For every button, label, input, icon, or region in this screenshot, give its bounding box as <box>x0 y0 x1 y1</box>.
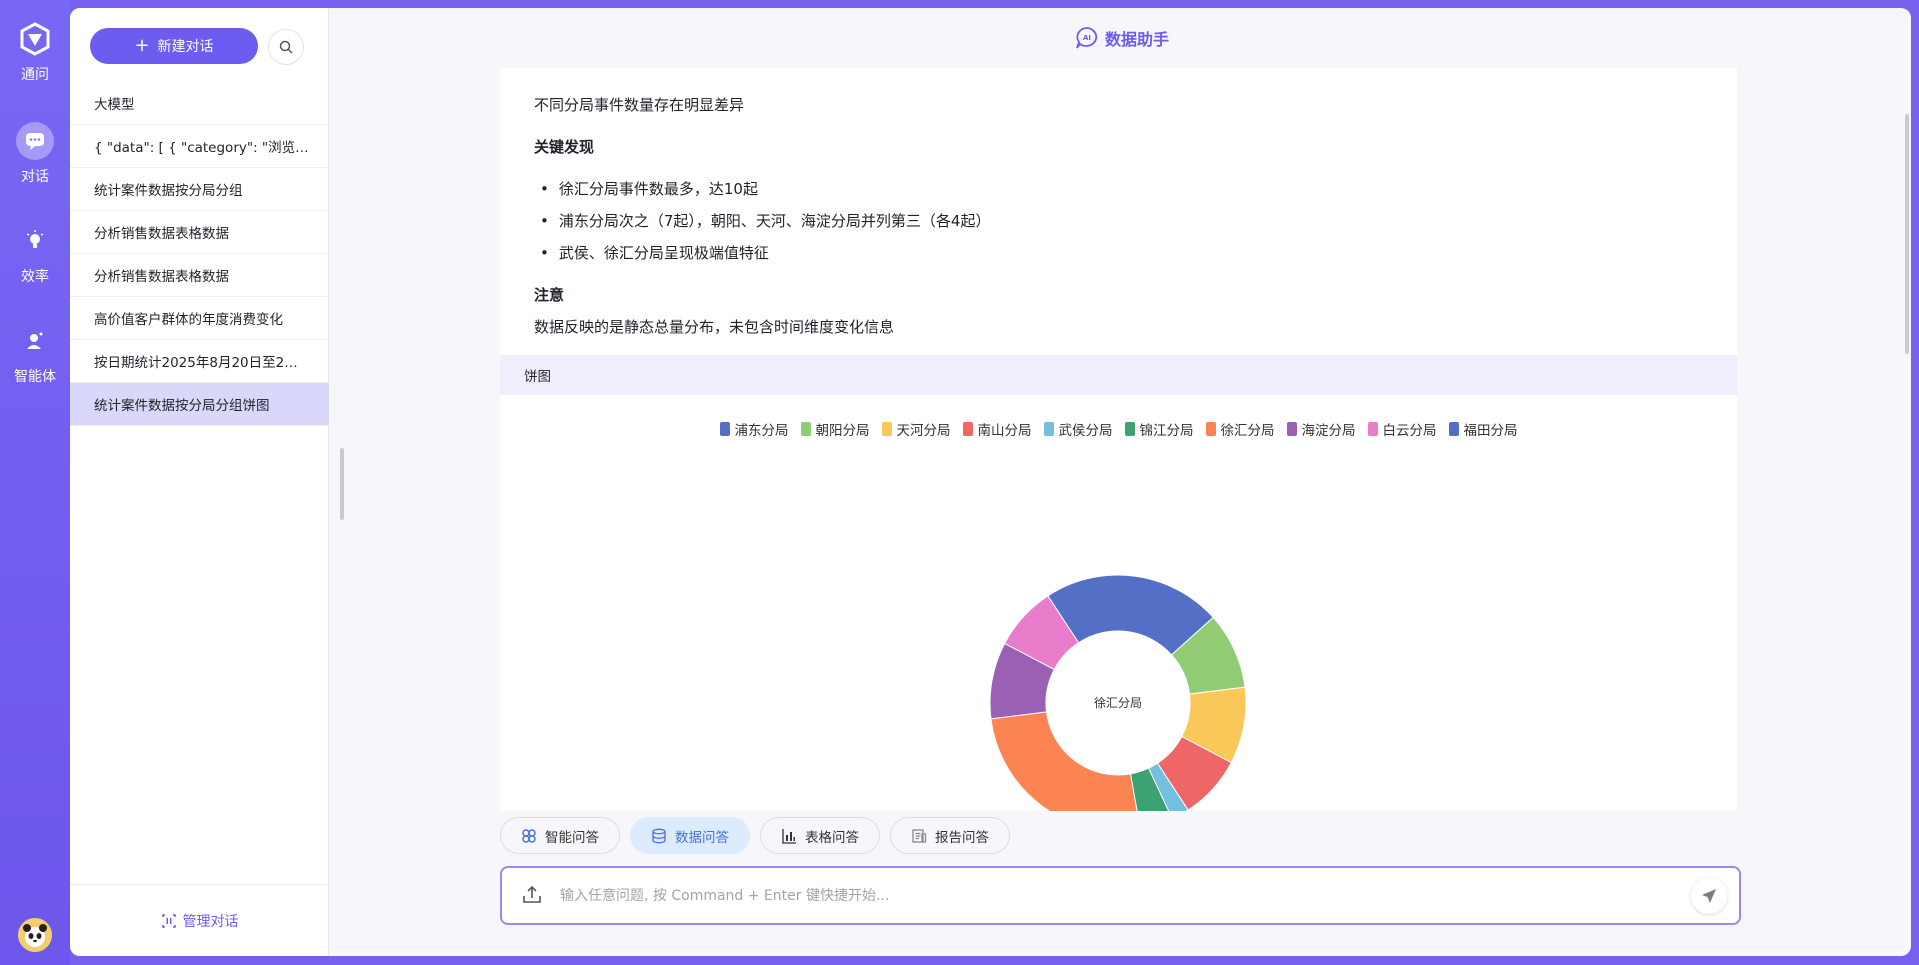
list-item[interactable]: 分析销售数据表格数据 <box>70 211 329 254</box>
chart-legend: 浦东分局 朝阳分局 天河分局 南山分局 武侯分局 锦江分局 徐汇分局 海淀分局 白云分局 福田分局 <box>500 419 1737 439</box>
rail-item-efficiency-label: 效率 <box>21 269 49 285</box>
donut-center-label: 徐汇分局 <box>1094 695 1142 710</box>
report-icon <box>912 828 927 843</box>
chat-icon <box>16 122 54 160</box>
legend-label: 南山分局 <box>977 423 1032 439</box>
legend-item[interactable]: 白云分局 <box>1367 419 1437 439</box>
chat-input-box <box>500 866 1741 925</box>
rail-item-agent[interactable]: 智能体 <box>0 322 70 386</box>
rail-item-chat-label: 对话 <box>21 169 49 185</box>
legend-label: 徐汇分局 <box>1220 423 1275 439</box>
list-item[interactable]: { "data": [ { "category": "浏览… <box>70 125 329 168</box>
legend-item[interactable]: 浦东分局 <box>719 419 789 439</box>
list-item[interactable]: 高价值客户群体的年度消费变化 <box>70 297 329 340</box>
plus-icon: + <box>134 35 150 56</box>
rail-logo[interactable]: 通问 <box>0 20 70 84</box>
main-frame: + 新建对话 大模型 { "data": [ { "category": "浏览… <box>70 8 1911 956</box>
legend-item[interactable]: 徐汇分局 <box>1205 419 1275 439</box>
search-icon <box>279 40 293 54</box>
conversation-list: 大模型 { "data": [ { "category": "浏览… 统计案件数… <box>70 82 329 426</box>
pie-slice[interactable] <box>990 711 1140 811</box>
list-item-active[interactable]: 统计案件数据按分局分组饼图 <box>70 383 329 426</box>
rail-item-chat[interactable]: 对话 <box>0 122 70 186</box>
rail-logo-label: 通问 <box>21 67 49 83</box>
lightbulb-icon <box>16 222 54 260</box>
legend-label: 锦江分局 <box>1139 423 1194 439</box>
finding-item: 徐汇分局事件数最多，达10起 <box>540 178 758 199</box>
database-icon <box>652 828 666 843</box>
legend-swatch <box>1286 422 1297 436</box>
assistant-message-card: 不同分局事件数量存在明显差异 关键发现 徐汇分局事件数最多，达10起 浦东分局次… <box>500 68 1737 811</box>
rail-item-agent-label: 智能体 <box>14 369 56 385</box>
legend-swatch <box>962 422 973 436</box>
tab-table-qa[interactable]: 表格问答 <box>760 817 880 854</box>
new-chat-label: 新建对话 <box>157 39 214 55</box>
avatar[interactable] <box>18 918 52 952</box>
svg-text:AI: AI <box>1083 34 1091 42</box>
ai-chat-icon: AI <box>1076 27 1098 49</box>
legend-item[interactable]: 武侯分局 <box>1043 419 1113 439</box>
conversation-sidebar: + 新建对话 大模型 { "data": [ { "category": "浏览… <box>70 8 329 956</box>
list-item[interactable]: 分析销售数据表格数据 <box>70 254 329 297</box>
legend-item[interactable]: 海淀分局 <box>1286 419 1356 439</box>
legend-item[interactable]: 锦江分局 <box>1124 419 1194 439</box>
findings-heading: 关键发现 <box>534 138 595 156</box>
tab-report-qa[interactable]: 报告问答 <box>890 817 1010 854</box>
logo-icon <box>16 20 54 58</box>
summary-text: 不同分局事件数量存在明显差异 <box>534 96 745 114</box>
send-icon <box>1702 889 1716 903</box>
list-item[interactable]: 按日期统计2025年8月20日至2… <box>70 340 329 383</box>
legend-swatch <box>719 422 730 436</box>
note-text: 数据反映的是静态总量分布，未包含时间维度变化信息 <box>534 318 895 336</box>
legend-label: 浦东分局 <box>734 423 789 439</box>
legend-item[interactable]: 福田分局 <box>1448 419 1518 439</box>
finding-item: 武侯、徐汇分局呈现极端值特征 <box>540 242 769 263</box>
list-item[interactable]: 统计案件数据按分局分组 <box>70 168 329 211</box>
manage-icon <box>161 913 176 928</box>
page-title-text: 数据助手 <box>1105 30 1170 49</box>
search-button[interactable] <box>268 29 304 65</box>
legend-label: 武侯分局 <box>1058 423 1113 439</box>
sidebar-resize-handle[interactable] <box>340 448 344 520</box>
legend-label: 福田分局 <box>1463 423 1518 439</box>
answer-mode-tabs: 智能问答 数据问答 表格问答 报告问答 <box>500 817 1010 854</box>
rail-item-efficiency[interactable]: 效率 <box>0 222 70 286</box>
legend-label: 天河分局 <box>896 423 951 439</box>
legend-item[interactable]: 天河分局 <box>881 419 951 439</box>
legend-swatch <box>1124 422 1135 436</box>
legend-label: 朝阳分局 <box>815 423 870 439</box>
legend-swatch <box>881 422 892 436</box>
upload-icon[interactable] <box>522 884 542 908</box>
smart-qa-icon <box>522 828 536 843</box>
donut-chart: 徐汇分局 <box>989 574 1247 811</box>
legend-label: 海淀分局 <box>1301 423 1356 439</box>
manage-label: 管理对话 <box>182 913 239 930</box>
legend-item[interactable]: 朝阳分局 <box>800 419 870 439</box>
send-button[interactable] <box>1691 878 1727 914</box>
tab-data-qa[interactable]: 数据问答 <box>630 817 750 854</box>
manage-conversations-button[interactable]: 管理对话 <box>70 884 329 956</box>
app-rail: 通问 对话 效率 智能体 <box>0 0 70 965</box>
chart-header: 饼图 <box>500 355 1737 395</box>
page-title: AI 数据助手 <box>1075 26 1169 50</box>
list-item[interactable]: 大模型 <box>70 82 329 125</box>
legend-swatch <box>1367 422 1378 436</box>
legend-swatch <box>800 422 811 436</box>
legend-swatch <box>1205 422 1216 436</box>
new-chat-button[interactable]: + 新建对话 <box>90 28 258 64</box>
agent-icon <box>16 322 54 360</box>
legend-swatch <box>1043 422 1054 436</box>
chart-header-label: 饼图 <box>524 369 551 385</box>
chat-scrollbar[interactable] <box>1905 114 1909 354</box>
legend-item[interactable]: 南山分局 <box>962 419 1032 439</box>
finding-item: 浦东分局次之（7起），朝阳、天河、海淀分局并列第三（各4起） <box>540 210 991 231</box>
legend-swatch <box>1448 422 1459 436</box>
tab-smart-qa[interactable]: 智能问答 <box>500 817 620 854</box>
bar-chart-icon <box>782 828 796 844</box>
legend-label: 白云分局 <box>1382 423 1437 439</box>
chat-input[interactable] <box>560 883 1660 909</box>
note-heading: 注意 <box>534 286 565 304</box>
